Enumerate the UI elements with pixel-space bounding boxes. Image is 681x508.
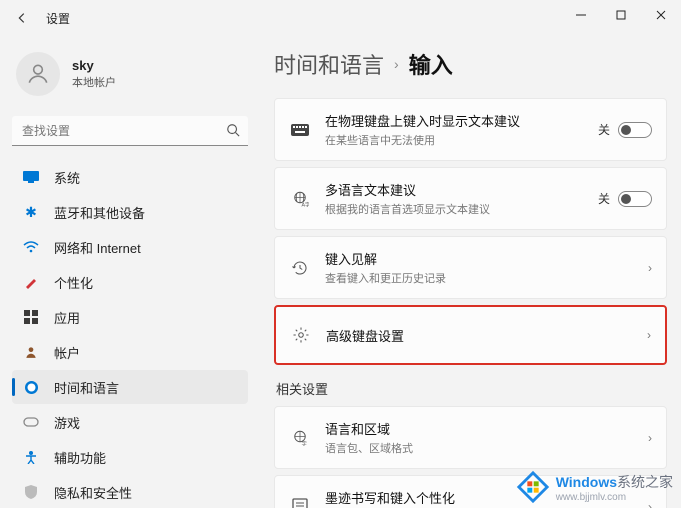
sidebar-item-label: 帐户 — [54, 343, 80, 362]
sidebar-item-label: 蓝牙和其他设备 — [54, 203, 145, 222]
watermark-url: www.bjjmlv.com — [556, 492, 626, 503]
globe-clock-icon — [22, 378, 40, 396]
chevron-right-icon: › — [648, 431, 652, 445]
shield-icon — [22, 483, 40, 501]
setting-subtitle: 在某些语言中无法使用 — [325, 132, 598, 148]
chevron-right-icon: › — [394, 56, 399, 72]
chevron-right-icon: › — [648, 261, 652, 275]
username: sky — [72, 58, 116, 73]
setting-typing-insights[interactable]: 键入见解 查看键入和更正历史记录 › — [274, 236, 667, 299]
apps-icon — [22, 308, 40, 326]
setting-title: 在物理键盘上键入时显示文本建议 — [325, 111, 598, 130]
sidebar-item-label: 网络和 Internet — [54, 238, 141, 257]
sidebar-item-label: 时间和语言 — [54, 378, 119, 397]
watermark-site: 系统之家 — [617, 474, 673, 490]
windows-logo-icon — [516, 470, 550, 504]
setting-title: 语言和区域 — [325, 419, 640, 438]
gear-icon — [290, 324, 312, 346]
section-header-related: 相关设置 — [276, 379, 667, 398]
sidebar-item-label: 隐私和安全性 — [54, 483, 132, 502]
brush-icon — [22, 273, 40, 291]
related-lang-region[interactable]: 字 语言和区域 语言包、区域格式 › — [274, 406, 667, 469]
sidebar-item-label: 个性化 — [54, 273, 93, 292]
sidebar-item-network[interactable]: 网络和 Internet — [12, 230, 248, 264]
toggle-switch[interactable] — [618, 191, 652, 207]
search-input[interactable] — [12, 116, 248, 146]
toggle-switch[interactable] — [618, 122, 652, 138]
sidebar-item-label: 系统 — [54, 168, 80, 187]
sidebar-item-gaming[interactable]: 游戏 — [12, 405, 248, 439]
setting-title: 多语言文本建议 — [325, 180, 598, 199]
sidebar-item-bluetooth[interactable]: ✱ 蓝牙和其他设备 — [12, 195, 248, 229]
breadcrumb: 时间和语言 › 输入 — [274, 48, 667, 80]
maximize-button[interactable] — [601, 0, 641, 30]
setting-multilang-suggestions[interactable]: A字 多语言文本建议 根据我的语言首选项显示文本建议 关 — [274, 167, 667, 230]
toggle-state-label: 关 — [598, 190, 610, 207]
wifi-icon — [22, 238, 40, 256]
sidebar-item-time-language[interactable]: 时间和语言 — [12, 370, 248, 404]
close-button[interactable] — [641, 0, 681, 30]
setting-subtitle: 语言包、区域格式 — [325, 440, 640, 456]
account-type: 本地帐户 — [72, 74, 116, 90]
sidebar-item-label: 辅助功能 — [54, 448, 106, 467]
bluetooth-icon: ✱ — [22, 203, 40, 221]
setting-title: 高级键盘设置 — [326, 326, 639, 345]
dictionary-icon — [289, 496, 311, 508]
globe-lang-icon: A字 — [289, 188, 311, 210]
keyboard-icon — [289, 119, 311, 141]
page-title: 输入 — [409, 48, 453, 80]
sidebar-item-apps[interactable]: 应用 — [12, 300, 248, 334]
svg-text:字: 字 — [302, 439, 307, 447]
globe-lang-icon: 字 — [289, 427, 311, 449]
sidebar-item-system[interactable]: 系统 — [12, 160, 248, 194]
window-title: 设置 — [46, 10, 70, 27]
sidebar-item-accessibility[interactable]: 辅助功能 — [12, 440, 248, 474]
breadcrumb-parent[interactable]: 时间和语言 — [274, 48, 384, 80]
toggle-state-label: 关 — [598, 121, 610, 138]
person-icon — [22, 343, 40, 361]
search-icon — [226, 123, 240, 142]
setting-title: 键入见解 — [325, 249, 640, 268]
setting-subtitle: 根据我的语言首选项显示文本建议 — [325, 201, 598, 217]
avatar — [16, 52, 60, 96]
back-button[interactable] — [8, 4, 36, 32]
sidebar-item-accounts[interactable]: 帐户 — [12, 335, 248, 369]
watermark: Windows系统之家 www.bjjmlv.com — [516, 470, 673, 504]
profile-block[interactable]: sky 本地帐户 — [12, 44, 248, 112]
sidebar-item-personalization[interactable]: 个性化 — [12, 265, 248, 299]
history-icon — [289, 257, 311, 279]
accessibility-icon — [22, 448, 40, 466]
setting-subtitle: 查看键入和更正历史记录 — [325, 270, 640, 286]
chevron-right-icon: › — [647, 328, 651, 342]
system-icon — [22, 168, 40, 186]
minimize-button[interactable] — [561, 0, 601, 30]
sidebar-item-label: 应用 — [54, 308, 80, 327]
sidebar-item-privacy[interactable]: 隐私和安全性 — [12, 475, 248, 508]
gamepad-icon — [22, 413, 40, 431]
watermark-brand: Windows — [556, 474, 617, 490]
sidebar-item-label: 游戏 — [54, 413, 80, 432]
setting-advanced-keyboard[interactable]: 高级键盘设置 › — [274, 305, 667, 365]
setting-typing-suggestions[interactable]: 在物理键盘上键入时显示文本建议 在某些语言中无法使用 关 — [274, 98, 667, 161]
